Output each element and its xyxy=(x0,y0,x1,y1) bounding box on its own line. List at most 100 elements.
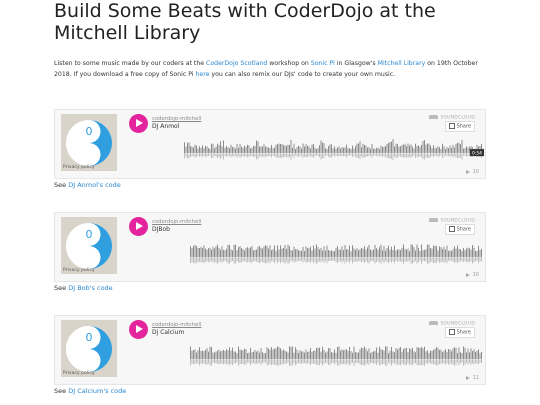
waveform-reflection-bar xyxy=(239,359,241,365)
waveform-bar xyxy=(410,244,412,258)
waveform-bar xyxy=(233,147,235,154)
play-button[interactable] xyxy=(129,114,148,133)
waveform-bar xyxy=(226,349,227,360)
waveform-reflection-bar xyxy=(472,359,473,364)
share-button[interactable]: Share xyxy=(444,327,475,338)
waveform-bar xyxy=(473,349,475,360)
waveform[interactable] xyxy=(190,342,482,370)
waveform-bar xyxy=(422,348,424,360)
soundcloud-cloud-icon xyxy=(429,321,439,325)
waveform[interactable]: 0:54 xyxy=(184,137,484,163)
waveform-reflection-bar xyxy=(331,257,332,261)
waveform-reflection-bar xyxy=(440,257,442,263)
waveform-bar xyxy=(338,146,340,154)
waveform-reflection-bar xyxy=(361,359,362,366)
waveform-reflection-bar xyxy=(253,257,254,262)
waveform-reflection-bar xyxy=(355,153,356,157)
see-label: See xyxy=(54,387,69,395)
uploader-link[interactable]: coderdojo-mitchell xyxy=(152,219,201,225)
play-count: 10 xyxy=(465,169,479,175)
waveform-reflection-bar xyxy=(188,153,190,159)
waveform-bar xyxy=(454,147,455,154)
dj-anmol-code-link[interactable]: DJ Anmol's code xyxy=(68,181,121,189)
coderdojo-scotland-link[interactable]: CoderDojo Scotland xyxy=(206,60,267,67)
uploader-link[interactable]: coderdojo-mitchell xyxy=(152,116,201,122)
sonic-pi-link[interactable]: Sonic Pi xyxy=(311,60,335,67)
waveform-reflection-bar xyxy=(262,257,263,262)
play-button[interactable] xyxy=(129,320,148,339)
waveform-reflection-bar xyxy=(440,153,442,156)
waveform-bar xyxy=(421,244,422,258)
play-button[interactable] xyxy=(129,217,148,236)
track-title[interactable]: Dj Calcium xyxy=(152,329,184,336)
waveform-bar xyxy=(362,348,364,360)
play-count-value: 10 xyxy=(472,272,479,278)
waveform-reflection-bar xyxy=(250,153,251,156)
uploader-link[interactable]: coderdojo-mitchell xyxy=(152,322,201,328)
waveform-reflection-bar xyxy=(317,359,319,365)
waveform-bar xyxy=(232,347,233,360)
waveform-bar xyxy=(377,147,379,154)
waveform-bar xyxy=(221,146,223,154)
waveform-bar xyxy=(293,143,295,154)
privacy-policy-link[interactable]: Privacy policy xyxy=(63,268,95,273)
waveform-bar xyxy=(461,353,463,360)
waveform-reflection-bar xyxy=(190,359,191,366)
waveform[interactable] xyxy=(190,240,482,268)
track-title[interactable]: DJBob xyxy=(152,226,170,233)
waveform-bar xyxy=(248,145,250,154)
waveform-reflection-bar xyxy=(347,153,349,156)
waveform-bar xyxy=(272,349,274,360)
soundcloud-logo[interactable]: SOUNDCLOUD xyxy=(429,218,475,224)
waveform-bar xyxy=(278,249,280,258)
privacy-policy-link[interactable]: Privacy policy xyxy=(63,165,95,170)
dj-calcium-code-link[interactable]: DJ Calcium's code xyxy=(68,387,126,395)
see-code-line: See DJ Bob's code xyxy=(54,284,113,292)
track-artwork[interactable]: 0 1 Privacy policy xyxy=(61,114,117,171)
waveform-bar xyxy=(284,244,286,258)
mitchell-library-link[interactable]: Mitchell Library xyxy=(378,60,426,67)
waveform-bar xyxy=(479,249,481,258)
waveform-bar xyxy=(463,148,464,154)
waveform-bar xyxy=(229,245,230,258)
waveform-reflection-bar xyxy=(326,257,328,264)
waveform-reflection-bar xyxy=(250,359,251,366)
waveform-reflection-bar xyxy=(455,359,457,366)
waveform-reflection-bar xyxy=(263,153,265,158)
waveform-bar xyxy=(223,140,224,154)
waveform-reflection-bar xyxy=(436,153,437,156)
waveform-reflection-bar xyxy=(235,359,236,364)
waveform-reflection-bar xyxy=(269,359,271,365)
track-artwork[interactable]: 0 1 Privacy policy xyxy=(61,217,117,274)
waveform-bar xyxy=(203,351,205,360)
waveform-reflection-bar xyxy=(422,153,424,159)
waveform-bar xyxy=(307,248,308,258)
track-artwork[interactable]: 0 1 Privacy policy xyxy=(61,320,117,377)
waveform-bar xyxy=(302,143,304,154)
waveform-bar xyxy=(314,350,316,360)
waveform-reflection-bar xyxy=(287,359,289,363)
waveform-reflection-bar xyxy=(395,153,397,158)
share-button[interactable]: Share xyxy=(444,224,475,235)
waveform-reflection-bar xyxy=(191,257,193,263)
waveform-bar xyxy=(395,143,397,154)
waveform-reflection-bar xyxy=(262,153,263,157)
waveform-bar xyxy=(329,144,331,154)
privacy-policy-link[interactable]: Privacy policy xyxy=(63,371,95,376)
waveform-reflection-bar xyxy=(194,359,196,365)
soundcloud-logo[interactable]: SOUNDCLOUD xyxy=(429,115,475,121)
waveform-bar xyxy=(260,348,262,360)
waveform-bar xyxy=(266,246,268,258)
share-button[interactable]: Share xyxy=(444,121,475,132)
waveform-bar xyxy=(436,347,437,360)
dj-bob-code-link[interactable]: DJ Bob's code xyxy=(68,284,112,292)
waveform-bar xyxy=(200,247,202,258)
track-title[interactable]: DJ Anmol xyxy=(152,123,179,130)
waveform-reflection-bar xyxy=(317,257,319,263)
download-here-link[interactable]: here xyxy=(195,71,209,78)
soundcloud-logo[interactable]: SOUNDCLOUD xyxy=(429,321,475,327)
waveform-bar xyxy=(361,347,362,360)
waveform-reflection-bar xyxy=(196,153,197,158)
waveform-reflection-bar xyxy=(197,257,199,263)
waveform-reflection-bar xyxy=(439,257,440,263)
